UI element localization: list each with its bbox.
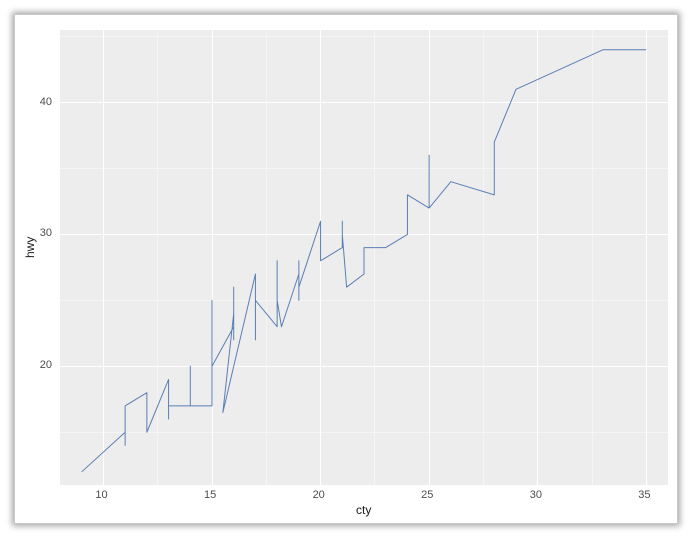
- x-tick-label: 25: [421, 489, 433, 501]
- y-tick-label: 40: [40, 96, 52, 108]
- x-tick-label: 15: [204, 489, 216, 501]
- y-tick-label: 20: [40, 359, 52, 371]
- y-tick-label: 30: [40, 227, 52, 239]
- plot-panel: [60, 30, 668, 485]
- x-axis-label: cty: [356, 503, 371, 517]
- series-line: [60, 30, 668, 485]
- y-axis-label: hwy: [23, 236, 37, 257]
- chart-frame: 10 15 20 25 30 35 20 30 40 cty hwy: [14, 14, 678, 524]
- x-tick-label: 35: [638, 489, 650, 501]
- x-tick-label: 30: [530, 489, 542, 501]
- x-tick-label: 20: [313, 489, 325, 501]
- x-tick-label: 10: [95, 489, 107, 501]
- series-polyline: [82, 50, 647, 472]
